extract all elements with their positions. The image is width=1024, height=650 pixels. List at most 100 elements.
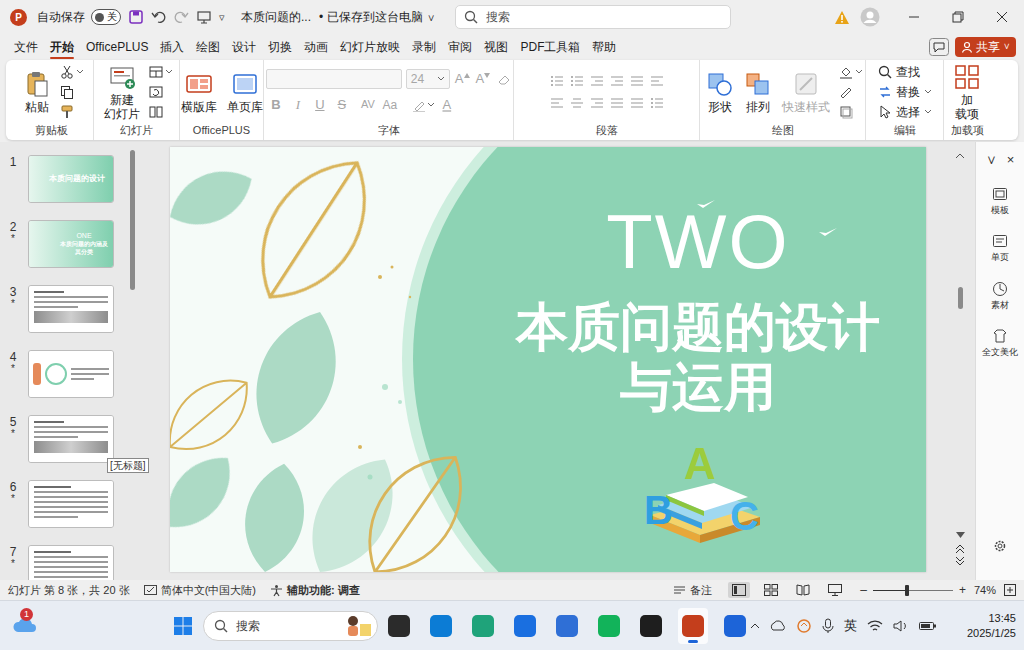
zoom-level[interactable]: 74%	[974, 582, 996, 599]
ribbon-tab[interactable]: 设计	[226, 34, 262, 60]
taskbar-search[interactable]	[203, 611, 378, 641]
ribbon-button[interactable]: 查找	[878, 64, 932, 80]
drawing-button[interactable]	[839, 85, 863, 99]
slide-thumbnail[interactable]	[28, 545, 114, 580]
ribbon-tab[interactable]: 开始	[44, 34, 80, 60]
customize-button[interactable]: ▿	[219, 9, 225, 26]
taskbar-app[interactable]	[678, 608, 708, 644]
format-button[interactable]: Aa	[380, 95, 400, 115]
slide-thumbnail[interactable]	[28, 350, 114, 398]
restore-button[interactable]	[936, 0, 980, 34]
collapse-pane-button[interactable]: ∨	[986, 150, 997, 170]
format-button[interactable]: AV	[358, 95, 378, 115]
slide-button[interactable]	[149, 105, 173, 119]
thumbnail-scrollbar[interactable]	[130, 150, 135, 290]
ribbon-tab[interactable]: PDF工具箱	[514, 34, 586, 60]
side-pane-item[interactable]: 模板	[991, 186, 1009, 218]
slide-thumbnail-row[interactable]: 3*	[6, 285, 128, 333]
slide-thumbnail-row[interactable]: 1本质问题的设计	[6, 155, 128, 203]
slide-button[interactable]	[149, 85, 173, 99]
paragraph-button[interactable]	[590, 74, 604, 88]
taskbar-app[interactable]	[552, 608, 582, 644]
side-pane-item[interactable]: 单页	[991, 233, 1009, 265]
close-pane-button[interactable]: ×	[1007, 150, 1015, 170]
slide-thumbnail[interactable]	[28, 285, 114, 333]
ribbon-button[interactable]: 形状	[703, 70, 737, 114]
taskbar-search-input[interactable]	[236, 617, 335, 635]
slide-thumbnail-row[interactable]: 4*	[6, 350, 128, 398]
view-button[interactable]	[824, 582, 846, 598]
taskbar-app[interactable]	[510, 608, 540, 644]
search-box[interactable]	[455, 5, 731, 29]
ribbon-tab[interactable]: 切换	[262, 34, 298, 60]
accessibility-button[interactable]: 辅助功能: 调查	[270, 582, 360, 599]
view-button[interactable]	[792, 582, 814, 598]
view-button[interactable]	[760, 582, 782, 598]
slide-scrollbar[interactable]	[955, 147, 965, 580]
ribbon-button[interactable]: 粘贴	[20, 70, 54, 114]
clipboard-button[interactable]	[60, 85, 84, 99]
ribbon-tab[interactable]: OfficePLUS	[80, 34, 154, 60]
paragraph-button[interactable]	[650, 74, 664, 88]
ribbon-tab[interactable]: 审阅	[442, 34, 478, 60]
ribbon-button[interactable]: 加载项	[950, 63, 984, 121]
format-button[interactable]: B	[266, 95, 286, 115]
paragraph-button[interactable]	[570, 74, 584, 88]
align-button[interactable]	[610, 96, 624, 110]
font-name-field[interactable]	[266, 69, 402, 89]
ribbon-button[interactable]: 快速样式	[779, 70, 833, 114]
ribbon-tab[interactable]: 插入	[154, 34, 190, 60]
zoom-slider-track[interactable]	[873, 590, 953, 591]
align-button[interactable]	[570, 96, 584, 110]
close-button[interactable]	[980, 0, 1024, 34]
paragraph-button[interactable]	[610, 74, 624, 88]
align-button[interactable]	[550, 96, 564, 110]
slide-thumbnail-row[interactable]: 7*	[6, 545, 128, 580]
taskbar-app[interactable]	[384, 608, 414, 644]
format-button[interactable]: I	[288, 95, 308, 115]
taskbar-app[interactable]	[468, 608, 498, 644]
language-button[interactable]: 简体中文(中国大陆)	[144, 582, 256, 599]
taskbar-app[interactable]	[594, 608, 624, 644]
slide-thumbnail[interactable]: ONE本质问题的内涵及其分类	[28, 220, 114, 268]
clock[interactable]: 13:452025/1/25	[967, 611, 1016, 641]
ribbon-button[interactable]: 排列	[741, 70, 775, 114]
comments-button[interactable]	[929, 38, 949, 56]
ribbon-button[interactable]: 横版库	[178, 70, 220, 114]
paragraph-button[interactable]	[630, 74, 644, 88]
zoom-out-button[interactable]: –	[860, 581, 867, 599]
clipboard-button[interactable]	[60, 65, 84, 79]
ribbon-button[interactable]: 单页库	[224, 70, 266, 114]
grow-font-button[interactable]: A	[454, 71, 471, 87]
slide-thumbnail-row[interactable]: 6*	[6, 480, 128, 528]
ribbon-tab[interactable]: 动画	[298, 34, 334, 60]
ribbon-tab[interactable]: 录制	[406, 34, 442, 60]
align-button[interactable]	[590, 96, 604, 110]
settings-button[interactable]	[993, 536, 1007, 560]
save-status-caret[interactable]: ∨	[427, 10, 435, 25]
format-button[interactable]: U	[310, 95, 330, 115]
view-button[interactable]	[728, 582, 750, 598]
drawing-button[interactable]	[839, 65, 863, 79]
ribbon-tab[interactable]: 幻灯片放映	[334, 34, 406, 60]
slide-thumbnail[interactable]	[28, 415, 114, 463]
taskbar-app[interactable]	[426, 608, 456, 644]
taskbar-app[interactable]	[720, 608, 750, 644]
ribbon-tab[interactable]: 视图	[478, 34, 514, 60]
slide-thumbnail-row[interactable]: 2*ONE本质问题的内涵及其分类	[6, 220, 128, 268]
align-button[interactable]	[650, 96, 664, 110]
zoom-in-button[interactable]: +	[959, 581, 966, 599]
clipboard-button[interactable]	[60, 105, 84, 119]
font-size-field[interactable]: 24	[406, 69, 450, 89]
widgets-button[interactable]: 1	[12, 616, 38, 636]
highlight-button[interactable]	[412, 98, 435, 112]
share-button[interactable]: 共享∨	[955, 37, 1016, 57]
ribbon-tab[interactable]: 帮助	[586, 34, 622, 60]
side-pane-item[interactable]: 全文美化	[982, 328, 1018, 360]
search-input[interactable]	[486, 8, 722, 26]
ribbon-button[interactable]: 替换	[878, 84, 932, 100]
slide-thumbnail[interactable]: 本质问题的设计	[28, 155, 114, 203]
paragraph-button[interactable]	[550, 74, 564, 88]
format-button[interactable]: S	[332, 95, 352, 115]
slide-thumbnail[interactable]	[28, 480, 114, 528]
